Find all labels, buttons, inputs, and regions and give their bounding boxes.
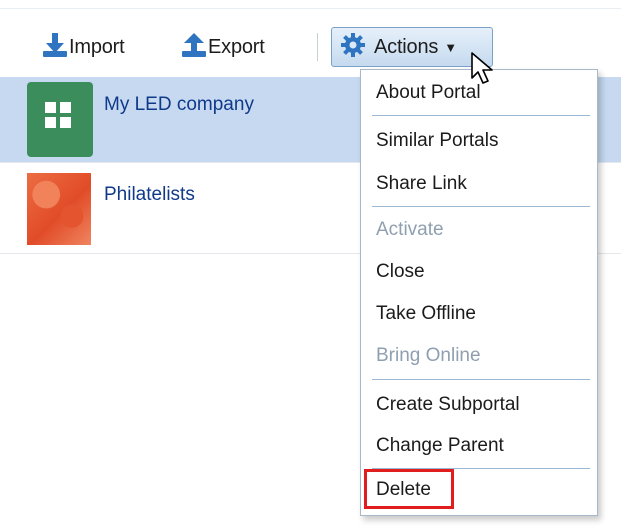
menu-item-create-subportal[interactable]: Create Subportal	[376, 390, 520, 420]
export-button[interactable]: Export	[180, 26, 265, 68]
download-icon	[41, 31, 69, 64]
toolbar-divider	[317, 33, 318, 61]
upload-icon	[180, 31, 208, 64]
menu-item-change-parent[interactable]: Change Parent	[376, 431, 504, 461]
actions-label: Actions	[374, 35, 439, 58]
actions-dropdown-menu: About Portal Similar Portals Share Link …	[360, 69, 598, 516]
portal-thumbnail-image	[27, 173, 91, 245]
menu-item-take-offline[interactable]: Take Offline	[376, 299, 476, 329]
menu-separator	[372, 206, 590, 207]
menu-item-close[interactable]: Close	[376, 257, 425, 287]
menu-item-similar-portals[interactable]: Similar Portals	[376, 126, 498, 156]
caret-down-icon: ▼	[444, 39, 458, 55]
export-label: Export	[208, 35, 265, 58]
portal-name-link[interactable]: My LED company	[104, 94, 254, 116]
import-label: Import	[69, 35, 125, 58]
toolbar: Import Export Actions ▼	[0, 26, 621, 72]
menu-separator	[372, 379, 590, 380]
actions-menu-button[interactable]: Actions ▼	[331, 27, 493, 67]
menu-item-about-portal[interactable]: About Portal	[376, 78, 481, 108]
mouse-pointer-icon	[470, 52, 500, 86]
import-button[interactable]: Import	[41, 26, 125, 68]
gear-icon	[340, 32, 366, 63]
menu-separator	[372, 115, 590, 116]
top-border	[0, 8, 621, 9]
portal-name-link[interactable]: Philatelists	[104, 184, 195, 206]
menu-item-activate: Activate	[376, 219, 444, 240]
delete-highlight-box	[364, 469, 454, 509]
menu-item-bring-online: Bring Online	[376, 345, 481, 366]
portal-logo-icon	[27, 82, 93, 157]
menu-item-share-link[interactable]: Share Link	[376, 169, 467, 199]
